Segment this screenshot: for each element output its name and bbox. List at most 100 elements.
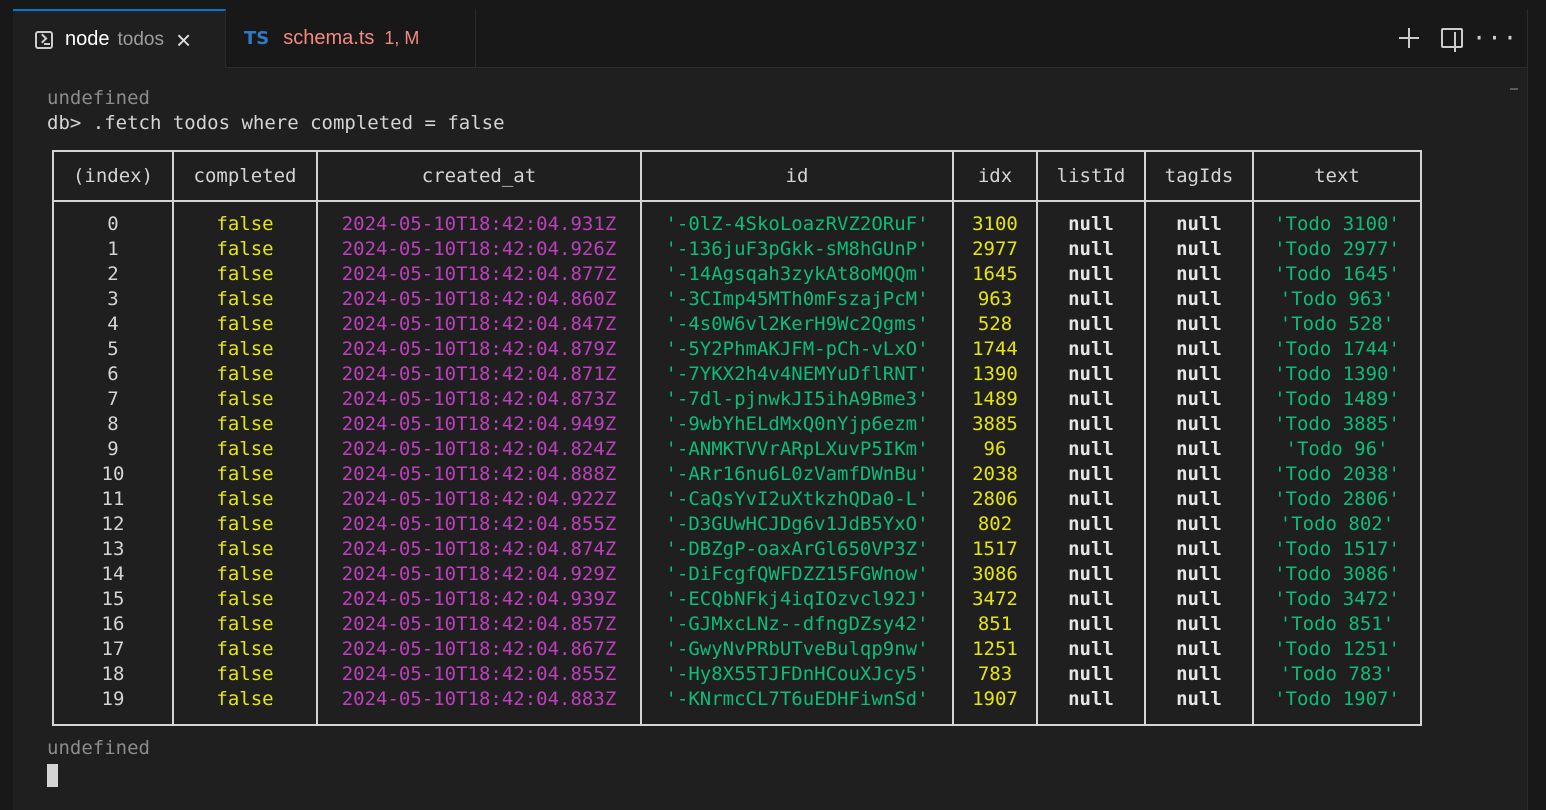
- table-cell: null: [1144, 687, 1253, 712]
- table-cell: '-136juF3pGkk-sM8hGUnP': [640, 237, 953, 262]
- table-cell: '-DiFcgfQWFDZZ15FGWnow': [640, 562, 953, 587]
- right-panel-edge: [1527, 9, 1546, 810]
- table-cell: 17: [52, 637, 173, 662]
- tab-schema-ts[interactable]: TS schema.ts 1, M: [226, 9, 476, 67]
- table-cell: 96: [952, 437, 1037, 462]
- table-row: 16 false 2024-05-10T18:42:04.857Z '-GJMxcLN…: [52, 612, 1421, 637]
- table-cell: null: [1036, 237, 1145, 262]
- close-icon[interactable]: ×: [176, 27, 191, 53]
- table-cell: null: [1036, 387, 1145, 412]
- table-cell: '-DBZgP-oaxArGl650VP3Z': [640, 537, 953, 562]
- tab-title: schema.ts: [283, 26, 375, 49]
- output-line-undefined: undefined: [47, 87, 150, 109]
- table-cell: false: [172, 587, 317, 612]
- table-cell: null: [1036, 262, 1145, 287]
- editor-actions: ···: [1397, 17, 1517, 59]
- table-cell: 13: [52, 537, 173, 562]
- table-cell: null: [1144, 337, 1253, 362]
- table-row: 1 false 2024-05-10T18:42:04.926Z '-136juF3p…: [52, 237, 1421, 262]
- table-cell: 2977: [952, 237, 1037, 262]
- table-cell: '-7dl-pjnwkJI5ihA9Bme3': [640, 387, 953, 412]
- table-cell: 'Todo 783': [1252, 662, 1421, 687]
- table-cell: null: [1036, 662, 1145, 687]
- table-row: 12 false 2024-05-10T18:42:04.855Z '-D3GUwHC…: [52, 512, 1421, 537]
- table-cell: 1645: [952, 262, 1037, 287]
- table-cell: 'Todo 802': [1252, 512, 1421, 537]
- table-row: 10 false 2024-05-10T18:42:04.888Z '-ARr16nu…: [52, 462, 1421, 487]
- table-cell: 1: [52, 237, 173, 262]
- tab-node-terminal[interactable]: node todos ×: [13, 9, 226, 68]
- table-cell: '-GwyNvPRbUTveBulqp9nw': [640, 637, 953, 662]
- table-cell: 2024-05-10T18:42:04.888Z: [316, 462, 641, 487]
- table-row: 8 false 2024-05-10T18:42:04.949Z '-9wbYhELd…: [52, 412, 1421, 437]
- table-cell: false: [172, 287, 317, 312]
- table-cell: false: [172, 612, 317, 637]
- table-cell: null: [1036, 487, 1145, 512]
- table-cell: false: [172, 262, 317, 287]
- table-cell: 15: [52, 587, 173, 612]
- table-cell: 'Todo 3885': [1252, 412, 1421, 437]
- more-actions-icon[interactable]: ···: [1472, 26, 1517, 50]
- table-cell: 14: [52, 562, 173, 587]
- table-cell: false: [172, 412, 317, 437]
- table-cell: 783: [952, 662, 1037, 687]
- table-cell: false: [172, 237, 317, 262]
- left-panel-edge: [0, 9, 13, 810]
- table-cell: null: [1036, 287, 1145, 312]
- table-cell: 2038: [952, 462, 1037, 487]
- table-cell: '-14Agsqah3zykAt8oMQQm': [640, 262, 953, 287]
- scrollbar-marker[interactable]: [1510, 88, 1518, 90]
- command-line: db> .fetch todos where completed = false: [47, 112, 505, 134]
- table-cell: null: [1144, 537, 1253, 562]
- split-editor-icon[interactable]: [1441, 28, 1463, 52]
- table-cell: '-7YKX2h4v4NEMYuDflRNT': [640, 362, 953, 387]
- table-cell: 'Todo 1744': [1252, 337, 1421, 362]
- table-cell: 2024-05-10T18:42:04.824Z: [316, 437, 641, 462]
- table-cell: 1517: [952, 537, 1037, 562]
- table-cell: null: [1036, 437, 1145, 462]
- table-cell: 1489: [952, 387, 1037, 412]
- table-cell: 2024-05-10T18:42:04.871Z: [316, 362, 641, 387]
- table-cell: 3100: [952, 212, 1037, 237]
- table-cell: false: [172, 312, 317, 337]
- column-header: text: [1252, 151, 1421, 202]
- table-cell: 3885: [952, 412, 1037, 437]
- table-cell: 2024-05-10T18:42:04.939Z: [316, 587, 641, 612]
- new-terminal-icon[interactable]: [1397, 26, 1421, 50]
- table-row: 0 false 2024-05-10T18:42:04.931Z '-0lZ-4Sko…: [52, 212, 1421, 237]
- column-header: (index): [52, 151, 173, 202]
- table-cell: false: [172, 687, 317, 712]
- table-cell: 16: [52, 612, 173, 637]
- table-cell: '-ARr16nu6L0zVamfDWnBu': [640, 462, 953, 487]
- table-cell: 'Todo 1390': [1252, 362, 1421, 387]
- table-cell: 9: [52, 437, 173, 462]
- table-cell: false: [172, 487, 317, 512]
- table-padding-row: [52, 712, 1421, 725]
- table-row: 14 false 2024-05-10T18:42:04.929Z '-DiFcgfQ…: [52, 562, 1421, 587]
- table-cell: 5: [52, 337, 173, 362]
- table-cell: null: [1144, 462, 1253, 487]
- table-cell: null: [1144, 362, 1253, 387]
- table-cell: 18: [52, 662, 173, 687]
- table-cell: null: [1144, 662, 1253, 687]
- table-cell: 'Todo 1645': [1252, 262, 1421, 287]
- table-cell: 8: [52, 412, 173, 437]
- table-cell: 6: [52, 362, 173, 387]
- table-cell: 2024-05-10T18:42:04.857Z: [316, 612, 641, 637]
- table-cell: 2024-05-10T18:42:04.879Z: [316, 337, 641, 362]
- table-cell: 2024-05-10T18:42:04.855Z: [316, 512, 641, 537]
- terminal-cursor[interactable]: [47, 764, 58, 787]
- tab-title: node: [65, 28, 110, 50]
- table-cell: 'Todo 2806': [1252, 487, 1421, 512]
- table-cell: 'Todo 3086': [1252, 562, 1421, 587]
- table-cell: 'Todo 3100': [1252, 212, 1421, 237]
- table-cell: 3472: [952, 587, 1037, 612]
- table-row: 2 false 2024-05-10T18:42:04.877Z '-14Agsqah…: [52, 262, 1421, 287]
- result-table: (index) completed created_at id idx listId tag…: [52, 150, 1422, 726]
- table-row: 13 false 2024-05-10T18:42:04.874Z '-DBZgP-o…: [52, 537, 1421, 562]
- table-cell: 'Todo 96': [1252, 437, 1421, 462]
- table-cell: 'Todo 3472': [1252, 587, 1421, 612]
- table-cell: 'Todo 1517': [1252, 537, 1421, 562]
- table-cell: 2024-05-10T18:42:04.847Z: [316, 312, 641, 337]
- table-cell: '-9wbYhELdMxQ0nYjp6ezm': [640, 412, 953, 437]
